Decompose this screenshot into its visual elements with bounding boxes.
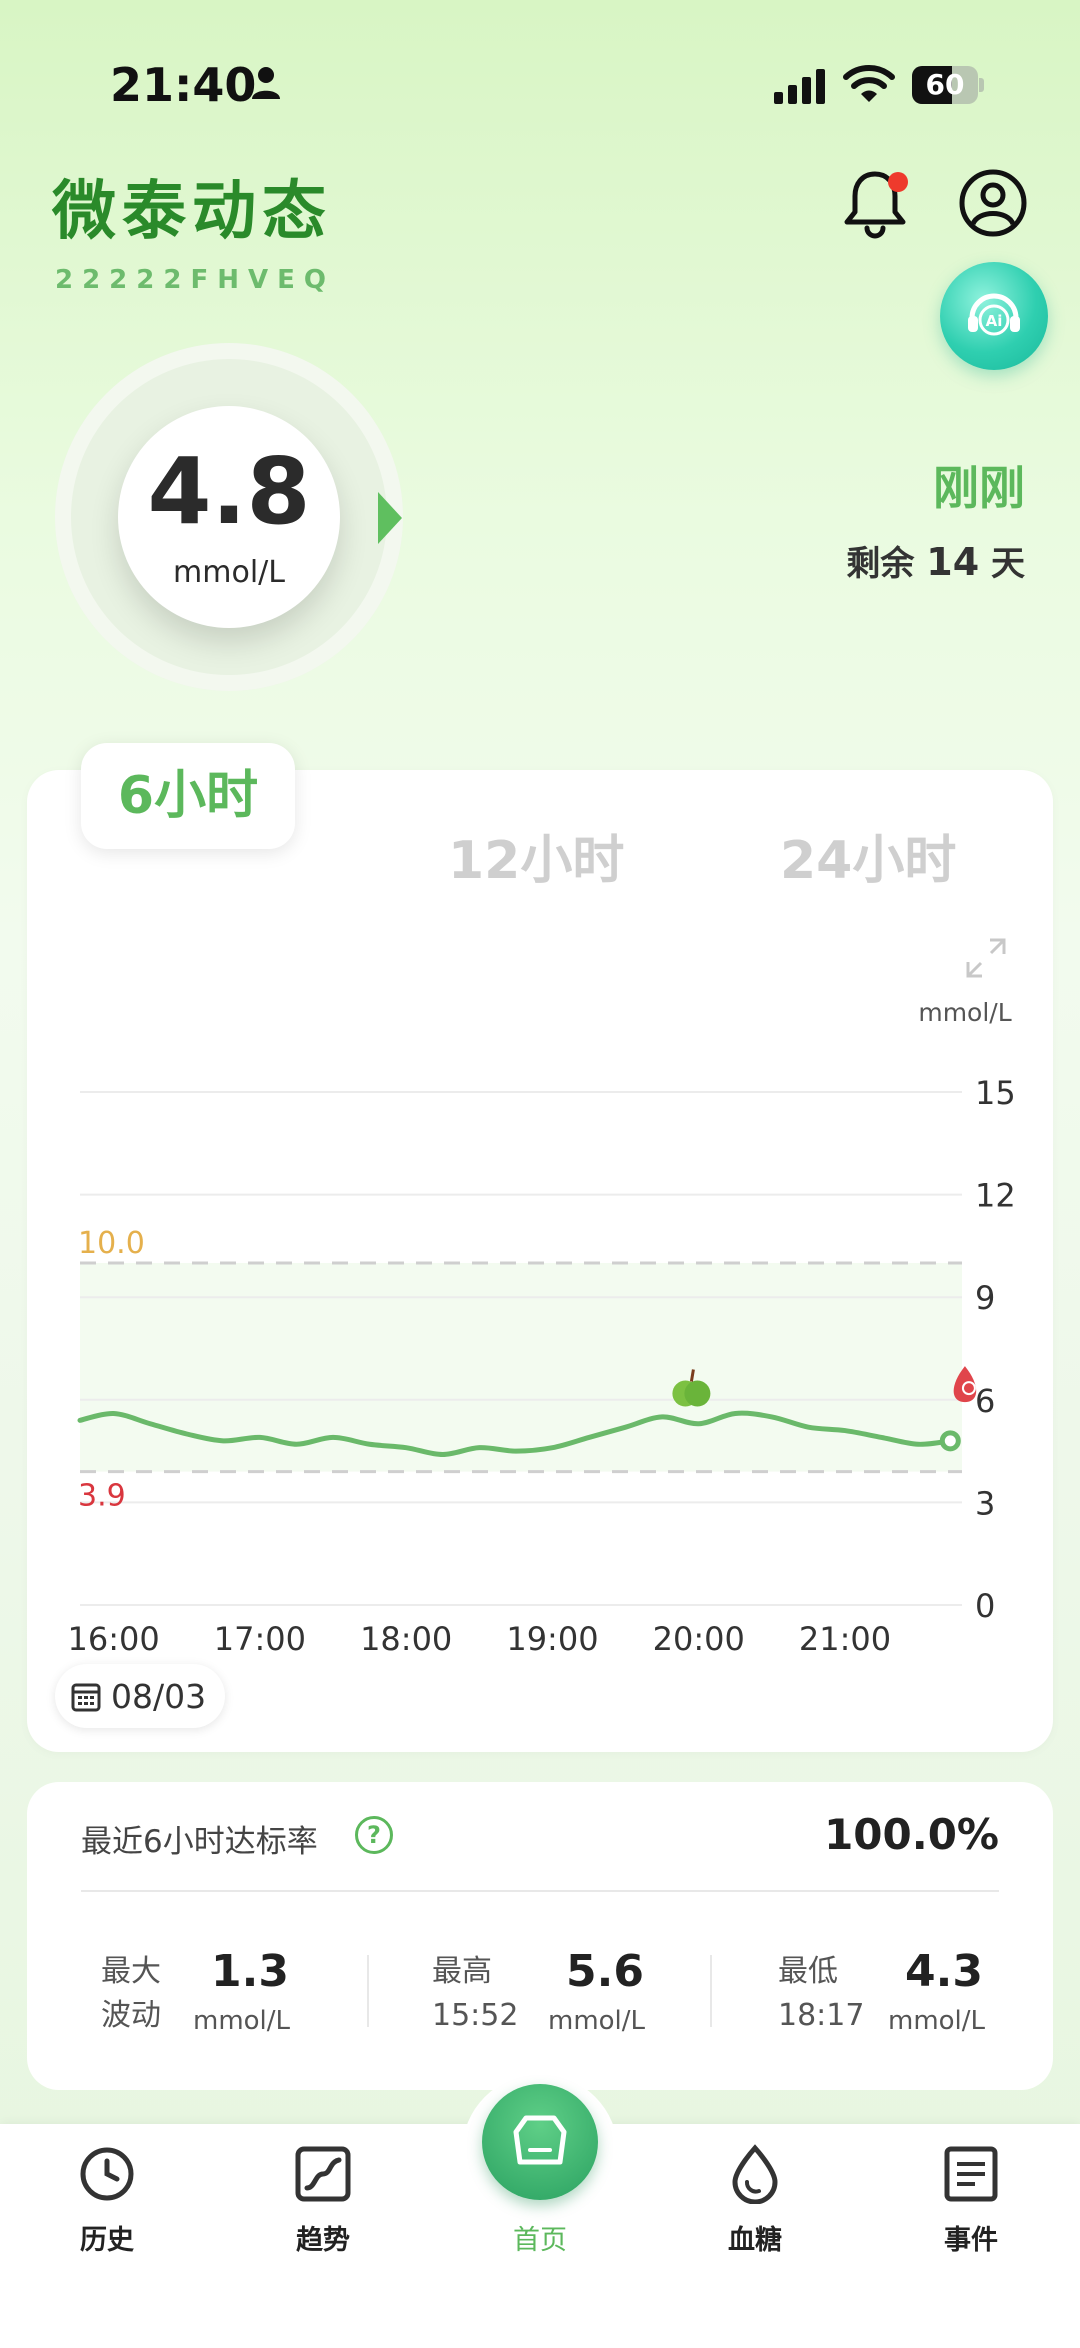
tab-24-hours[interactable]: 24小时 <box>780 818 956 893</box>
y-tick-label: 6 <box>975 1382 995 1420</box>
x-tick-label: 20:00 <box>653 1620 745 1658</box>
date-picker-chip[interactable]: 08/03 <box>55 1664 225 1728</box>
home-icon <box>513 2115 567 2165</box>
highest-unit: mmol/L <box>548 2006 646 2036</box>
x-tick-label: 19:00 <box>506 1620 598 1658</box>
max-fluctuation-label: 最大 波动 <box>101 1954 161 2033</box>
tab-12-hours[interactable]: 12小时 <box>448 818 624 893</box>
y-tick-label: 3 <box>975 1484 995 1522</box>
lowest-label: 最低 18:17 <box>778 1954 865 2033</box>
highest-label: 最高 15:52 <box>432 1954 519 2033</box>
max-fluctuation-unit: mmol/L <box>193 2006 291 2036</box>
target-high-label: 10.0 <box>78 1226 145 1261</box>
blood-drop-icon <box>732 2144 778 2204</box>
max-fluctuation-value: 1.3 <box>211 1946 289 1997</box>
current-point <box>939 1430 961 1452</box>
highest-value: 5.6 <box>566 1946 644 1997</box>
nav-trend[interactable] <box>263 2144 383 2204</box>
nav-home-label: 首页 <box>513 2225 567 2256</box>
meal-apple-icon-part <box>684 1380 711 1407</box>
nav-home-button[interactable] <box>482 2084 598 2200</box>
in-range-rate-label: 最近6小时达标率 <box>81 1824 318 1860</box>
chart-date: 08/03 <box>111 1677 207 1716</box>
target-low-label: 3.9 <box>78 1479 126 1514</box>
help-icon[interactable]: ? <box>355 1816 393 1854</box>
stats-column-divider <box>367 1955 369 2027</box>
x-tick-label: 16:00 <box>68 1620 160 1658</box>
x-tick-label: 18:00 <box>360 1620 452 1658</box>
trend-chart-icon <box>295 2146 351 2202</box>
chart-y-unit: mmol/L <box>918 998 1012 1027</box>
expand-icon[interactable] <box>964 936 1008 980</box>
tab-6-hours[interactable]: 6小时 <box>81 743 295 849</box>
y-tick-label: 15 <box>975 1074 1016 1112</box>
stats-divider <box>81 1890 999 1892</box>
calendar-icon <box>71 1683 101 1712</box>
meal-apple-stem <box>689 1369 695 1382</box>
x-tick-label: 21:00 <box>799 1620 891 1658</box>
nav-events[interactable] <box>911 2144 1031 2204</box>
nav-events-label: 事件 <box>944 2225 998 2256</box>
y-tick-label: 12 <box>975 1177 1016 1215</box>
in-range-rate-value: 100.0% <box>824 1810 999 1859</box>
nav-glucose-label: 血糖 <box>728 2225 782 2256</box>
lowest-value: 4.3 <box>905 1946 983 1997</box>
nav-history[interactable] <box>47 2144 167 2204</box>
x-tick-label: 17:00 <box>214 1620 306 1658</box>
y-tick-label: 9 <box>975 1279 995 1317</box>
nav-history-label: 历史 <box>80 2225 134 2256</box>
nav-glucose[interactable] <box>695 2144 815 2204</box>
stats-column-divider <box>710 1955 712 2027</box>
lowest-unit: mmol/L <box>888 2006 986 2036</box>
events-document-icon <box>944 2146 998 2202</box>
y-tick-label: 0 <box>975 1587 995 1625</box>
history-clock-icon <box>80 2147 134 2201</box>
nav-trend-label: 趋势 <box>296 2225 350 2256</box>
